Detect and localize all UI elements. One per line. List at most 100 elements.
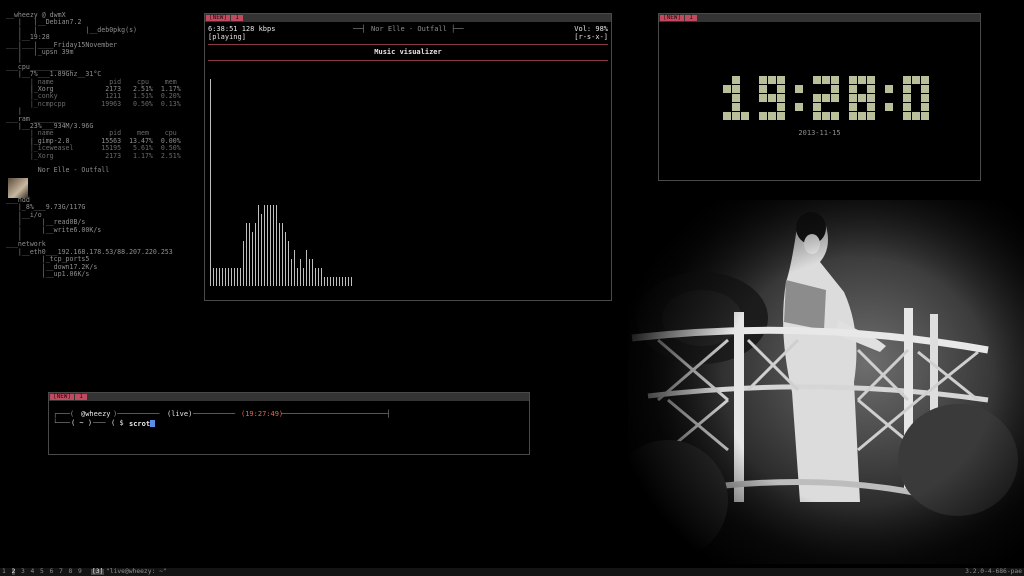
conky-line: | |__read0B/s xyxy=(6,218,86,227)
clock-digit xyxy=(759,76,785,120)
visualizer-bar xyxy=(216,268,217,286)
clock-colon xyxy=(885,85,893,111)
screen-title: Music visualizer xyxy=(374,48,442,56)
ncmpcpp-window[interactable]: [NEW] 1 6:38:51 128 kbps [playing] ──┤ N… xyxy=(204,13,612,301)
visualizer-bar xyxy=(252,232,253,286)
tag-new[interactable]: [NEW] xyxy=(50,394,74,400)
kernel-version: 3.2.0-4-686-pae xyxy=(965,568,1022,575)
visualizer-bar xyxy=(288,241,289,286)
prompt-time: (19:27:49) xyxy=(241,410,284,418)
visualizer-bar xyxy=(243,241,244,286)
visualizer-bar xyxy=(342,277,343,286)
conky-line: | |__Debian7.2 xyxy=(6,18,82,27)
visualizer-bar xyxy=(222,268,223,286)
visualizer-bar xyxy=(225,268,226,286)
visualizer-bar xyxy=(315,268,316,286)
conky-line: |_8%___9.73G/117G xyxy=(6,203,86,212)
clock-date: 2013-11-15 xyxy=(798,129,841,137)
visualizer-bar xyxy=(285,232,286,286)
visualizer-bar xyxy=(210,79,211,286)
visualizer-bar xyxy=(264,205,265,286)
album-art xyxy=(8,178,28,198)
clock-colon xyxy=(795,85,803,111)
visualizer-bar xyxy=(300,259,301,286)
visualizer-bar xyxy=(270,205,271,286)
workspace-6[interactable]: 6 xyxy=(50,568,54,575)
window-titlebar: [NEW] 1 xyxy=(659,14,980,22)
song-title-decor-right: ├── xyxy=(451,25,464,33)
workspace-4[interactable]: 4 xyxy=(31,568,35,575)
tag-1[interactable]: 1 xyxy=(231,15,243,21)
command-input[interactable]: scrot xyxy=(129,420,156,428)
workspace-8[interactable]: 8 xyxy=(69,568,73,575)
visualizer-bar xyxy=(351,277,352,286)
conky-line: |_ncmpcpp 19963 0.50% 0.13% xyxy=(6,99,181,108)
visualizer-bar xyxy=(213,268,214,286)
workspace-2[interactable]: 2 xyxy=(11,568,16,576)
header-divider-bottom xyxy=(208,60,608,61)
visualizer-bar xyxy=(237,268,238,286)
workspace-9[interactable]: 9 xyxy=(78,568,82,575)
visualizer-bar xyxy=(339,277,340,286)
tag-1[interactable]: 1 xyxy=(75,394,87,400)
playback-time: 6:38:51 128 kbps xyxy=(208,25,276,33)
visualizer-bar xyxy=(294,250,295,286)
visualizer-bar xyxy=(318,268,319,286)
conky-line: |_iceweasel 15195 5.61% 0.50% xyxy=(6,144,181,153)
visualizer-bar xyxy=(234,268,235,286)
conky-line: | xyxy=(6,107,22,116)
visualizer-bar xyxy=(312,259,313,286)
visualizer-bar xyxy=(249,223,250,286)
prompt-decor-3: ────────── xyxy=(193,410,236,418)
conky-line: |_Xorg 2173 1.17% 2.51% xyxy=(6,151,181,160)
visualizer-bar xyxy=(267,205,268,286)
workspace-3[interactable]: 3 xyxy=(21,568,25,575)
visualizer-bar xyxy=(255,223,256,286)
visualizer-bar xyxy=(333,277,334,286)
tag-new[interactable]: [NEW] xyxy=(660,15,684,21)
visualizer-bar xyxy=(324,277,325,286)
visualizer-bar xyxy=(303,268,304,286)
tag-new[interactable]: [NEW] xyxy=(206,15,230,21)
conky-line: |_conky 1211 1.51% 0.20% xyxy=(6,92,181,101)
layout-indicator[interactable]: [3] xyxy=(91,568,105,576)
window-titlebar: [NEW] 1 xyxy=(205,14,611,22)
tag-1[interactable]: 1 xyxy=(685,15,697,21)
header-divider-top xyxy=(208,44,608,45)
visualizer-bar xyxy=(258,205,259,286)
visualizer-bar xyxy=(276,205,277,286)
visualizer-bar xyxy=(261,214,262,286)
clock-window[interactable]: [NEW] 1 2013-11-15 xyxy=(658,13,981,181)
conky-line: |_tcp_ports5 xyxy=(6,255,90,264)
visualizer-bar xyxy=(345,277,346,286)
prompt-decor-2: )────────── xyxy=(113,410,160,418)
clock-digit xyxy=(849,76,875,120)
clock-digit xyxy=(813,76,839,120)
visualizer-bar xyxy=(309,259,310,286)
visualizer-bar xyxy=(327,277,328,286)
visualizer-bar xyxy=(279,223,280,286)
dwm-statusbar: 123456789 [3] "live@wheezy: ~" 3.2.0-4-6… xyxy=(0,568,1024,576)
workspace-1[interactable]: 1 xyxy=(2,568,6,575)
visualizer-bar xyxy=(273,205,274,286)
prompt-user: @wheezy xyxy=(81,410,111,418)
clock-time xyxy=(723,76,929,122)
terminal-window[interactable]: [NEW] 1 ┌───( @wheezy )────────── (live)… xyxy=(48,392,530,455)
prompt-dir: ( ~ ) xyxy=(71,419,93,427)
conky-line: Nor Elle - Outfall xyxy=(6,166,110,175)
clock-digit xyxy=(723,76,749,120)
playback-state: [playing] xyxy=(208,33,246,41)
visualizer-bar xyxy=(306,250,307,286)
prompt-decor-5: └─── xyxy=(53,419,70,427)
conky-line: ___network xyxy=(6,240,46,249)
visualizer-bar xyxy=(282,223,283,286)
song-title: Nor Elle - Outfall xyxy=(371,25,447,33)
prompt-decor-6: ─── xyxy=(93,419,106,427)
visualizer-bar xyxy=(291,259,292,286)
visualizer-bar xyxy=(219,268,220,286)
visualizer-bar xyxy=(330,277,331,286)
conky-line: | name pid mem cpu xyxy=(6,129,177,138)
workspace-7[interactable]: 7 xyxy=(59,568,63,575)
workspace-5[interactable]: 5 xyxy=(40,568,44,575)
visualizer-bar xyxy=(321,268,322,286)
